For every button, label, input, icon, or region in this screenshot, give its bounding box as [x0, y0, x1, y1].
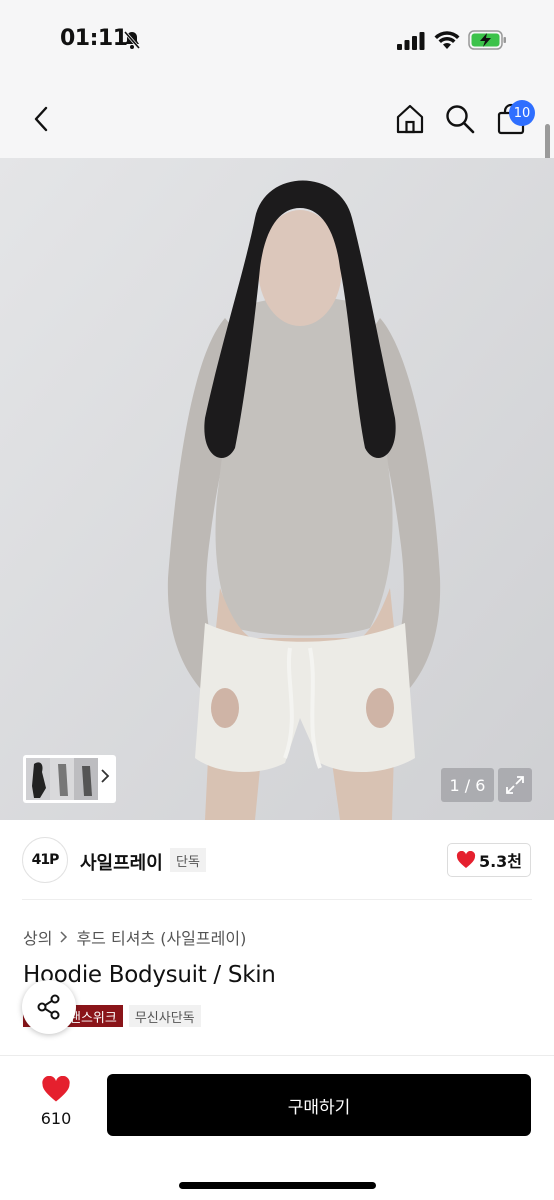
- expand-icon[interactable]: [498, 768, 532, 802]
- product-photo: [0, 158, 554, 820]
- back-icon[interactable]: [24, 102, 58, 136]
- signal-icon: [397, 32, 425, 54]
- thumbnail-strip[interactable]: [23, 755, 116, 803]
- search-icon[interactable]: [443, 102, 477, 136]
- thumbnail-image: [26, 758, 98, 800]
- brand-name[interactable]: 사일프레이: [80, 849, 163, 875]
- nav-header: [0, 80, 554, 158]
- divider: [22, 899, 532, 900]
- chevron-right-icon: [60, 931, 68, 943]
- heart-icon: [42, 1075, 70, 1102]
- wishlist-count: 610: [40, 1109, 72, 1128]
- product-image-gallery[interactable]: 1 / 6: [0, 158, 554, 820]
- buy-button[interactable]: 구매하기: [107, 1074, 531, 1136]
- chevron-right-icon: [100, 768, 110, 788]
- share-icon: [37, 994, 60, 1020]
- brand-row: 41P 사일프레이 단독 5.3천: [0, 820, 554, 900]
- bottom-action-bar: 610 구매하기: [0, 1055, 554, 1200]
- brand-exclusive-tag: 단독: [170, 848, 206, 872]
- cart-count-badge: 10: [509, 100, 535, 126]
- breadcrumb-item-category[interactable]: 상의: [23, 925, 52, 949]
- brand-like-button[interactable]: 5.3천: [447, 843, 531, 877]
- home-indicator: [179, 1182, 376, 1189]
- brand-like-count: 5.3천: [478, 852, 523, 871]
- heart-icon: [456, 851, 476, 868]
- breadcrumb-item-subcategory[interactable]: 후드 티셔츠 (사일프레이): [76, 925, 246, 949]
- wifi-icon: [434, 30, 460, 54]
- exclusive-badge: 무신사단독: [128, 1005, 201, 1027]
- brand-logo[interactable]: 41P: [22, 837, 68, 883]
- status-time: 01:11: [60, 26, 128, 51]
- image-counter: 1 / 6: [441, 768, 494, 802]
- status-bar: 01:11: [0, 0, 554, 80]
- bell-off-icon: [122, 30, 142, 54]
- breadcrumb: 상의 후드 티셔츠 (사일프레이): [23, 925, 246, 949]
- battery-charging-icon: [468, 29, 508, 55]
- wishlist-button[interactable]: 610: [32, 1075, 80, 1128]
- share-button[interactable]: [22, 980, 76, 1034]
- home-icon[interactable]: [393, 102, 427, 136]
